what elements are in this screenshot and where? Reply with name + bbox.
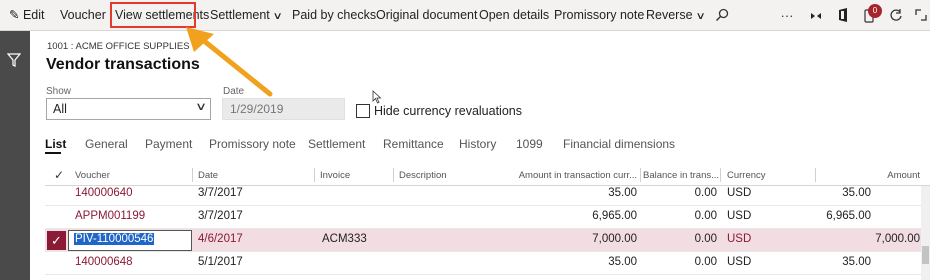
promissory-note-button[interactable]: Promissory note <box>554 0 644 31</box>
column-header-balance[interactable]: Balance in trans... <box>643 170 719 181</box>
chevron-down-icon: ∨ <box>695 11 706 22</box>
balance-cell: 0.00 <box>694 256 717 268</box>
table-row[interactable]: 140000648 5/1/2017 35.00 0.00 USD 35.00 <box>45 252 930 275</box>
column-divider <box>640 168 641 182</box>
tab-list[interactable]: List <box>45 137 66 151</box>
page-title: Vendor transactions <box>46 56 200 73</box>
amount-transaction-cell: 35.00 <box>608 187 637 199</box>
expand-icon[interactable] <box>912 0 930 31</box>
open-details-button[interactable]: Open details <box>479 0 549 31</box>
invoice-cell: ACM333 <box>322 233 367 245</box>
balance-cell: 0.00 <box>694 210 717 222</box>
mouse-cursor-icon <box>372 90 382 104</box>
filter-icon[interactable] <box>7 53 21 67</box>
column-divider <box>314 168 315 182</box>
notification-count-badge: 0 <box>868 4 882 18</box>
pencil-icon: ✎ <box>9 8 20 22</box>
currency-cell: USD <box>727 233 752 245</box>
column-divider <box>192 168 193 182</box>
edit-button[interactable]: ✎ Edit <box>9 0 45 31</box>
amount-cell: 35.00 <box>842 187 871 199</box>
amount-cell: 35.00 <box>842 256 871 268</box>
currency-cell: USD <box>727 210 752 222</box>
amount-cell: 6,965.00 <box>826 210 871 222</box>
tab-active-indicator <box>45 152 61 154</box>
column-header-voucher[interactable]: Voucher <box>75 170 110 181</box>
tab-financial-dimensions[interactable]: Financial dimensions <box>563 137 675 151</box>
voucher-edit-field[interactable]: PIV-110000546 <box>68 230 192 251</box>
voucher-button[interactable]: Voucher <box>60 0 106 31</box>
paid-by-checks-button[interactable]: Paid by checks <box>292 0 376 31</box>
balance-cell: 0.00 <box>694 233 717 245</box>
amount-cell: 7,000.00 <box>875 233 920 245</box>
voucher-selected-text: PIV-110000546 <box>74 233 155 245</box>
date-cell: 4/6/2017 <box>198 233 243 245</box>
column-header-currency[interactable]: Currency <box>727 170 766 181</box>
table-row-selected[interactable]: ✓ PIV-110000546 4/6/2017 ACM333 7,000.00… <box>45 229 930 252</box>
amount-transaction-cell: 6,965.00 <box>592 210 637 222</box>
grid-scrollbar-thumb[interactable] <box>922 246 929 264</box>
tab-payment[interactable]: Payment <box>145 137 192 151</box>
column-divider <box>393 168 394 182</box>
column-header-amount[interactable]: Amount <box>820 170 920 181</box>
company-label: 1001 : ACME OFFICE SUPPLIES <box>47 41 190 52</box>
currency-cell: USD <box>727 187 752 199</box>
table-row[interactable]: 140000640 3/7/2017 35.00 0.00 USD 35.00 <box>45 183 930 206</box>
voucher-link[interactable]: 140000648 <box>75 256 133 268</box>
voucher-link[interactable]: 140000640 <box>75 187 133 199</box>
refresh-icon[interactable] <box>886 0 906 31</box>
search-icon[interactable] <box>712 0 732 31</box>
left-rail <box>0 31 30 280</box>
column-divider <box>720 168 721 182</box>
tab-general[interactable]: General <box>85 137 128 151</box>
currency-cell: USD <box>727 256 752 268</box>
show-label: Show <box>46 86 72 97</box>
column-divider <box>815 168 816 182</box>
date-cell: 3/7/2017 <box>198 210 243 222</box>
date-cell: 5/1/2017 <box>198 256 243 268</box>
date-cell: 3/7/2017 <box>198 187 243 199</box>
office-icon[interactable] <box>834 0 852 31</box>
column-header-invoice[interactable]: Invoice <box>320 170 350 181</box>
amount-transaction-cell: 7,000.00 <box>592 233 637 245</box>
hide-currency-label: Hide currency revaluations <box>374 104 522 118</box>
balance-cell: 0.00 <box>694 187 717 199</box>
date-field-value: 1/29/2019 <box>230 102 284 116</box>
column-header-amount-transaction-currency[interactable]: Amount in transaction curr... <box>500 170 637 181</box>
reverse-menu[interactable]: Reverse ∨ <box>646 0 706 31</box>
reverse-label: Reverse <box>646 8 693 22</box>
edit-label: Edit <box>22 8 45 22</box>
grid-scrollbar[interactable] <box>921 186 930 280</box>
annotation-arrow-icon <box>186 27 273 97</box>
voucher-link[interactable]: APPM001199 <box>75 210 145 222</box>
column-header-date[interactable]: Date <box>198 170 218 181</box>
settlement-label: Settlement <box>210 8 270 22</box>
column-header-description[interactable]: Description <box>399 170 447 181</box>
more-options-icon[interactable]: ··· <box>776 0 798 31</box>
tab-remittance[interactable]: Remittance <box>383 137 444 151</box>
tab-promissory-note[interactable]: Promissory note <box>209 137 296 151</box>
row-selected-checkmark-icon[interactable]: ✓ <box>47 231 66 250</box>
connect-icon[interactable] <box>806 0 826 31</box>
tab-settlement[interactable]: Settlement <box>308 137 365 151</box>
tab-history[interactable]: History <box>459 137 496 151</box>
table-row[interactable]: APPM001199 3/7/2017 6,965.00 0.00 USD 6,… <box>45 206 930 229</box>
select-all-checkmark-icon[interactable]: ✓ <box>54 168 64 182</box>
show-select-value: All <box>53 102 67 116</box>
hide-currency-checkbox[interactable] <box>356 104 370 118</box>
amount-transaction-cell: 35.00 <box>608 256 637 268</box>
original-document-button[interactable]: Original document <box>376 0 477 31</box>
tab-1099[interactable]: 1099 <box>516 137 543 151</box>
